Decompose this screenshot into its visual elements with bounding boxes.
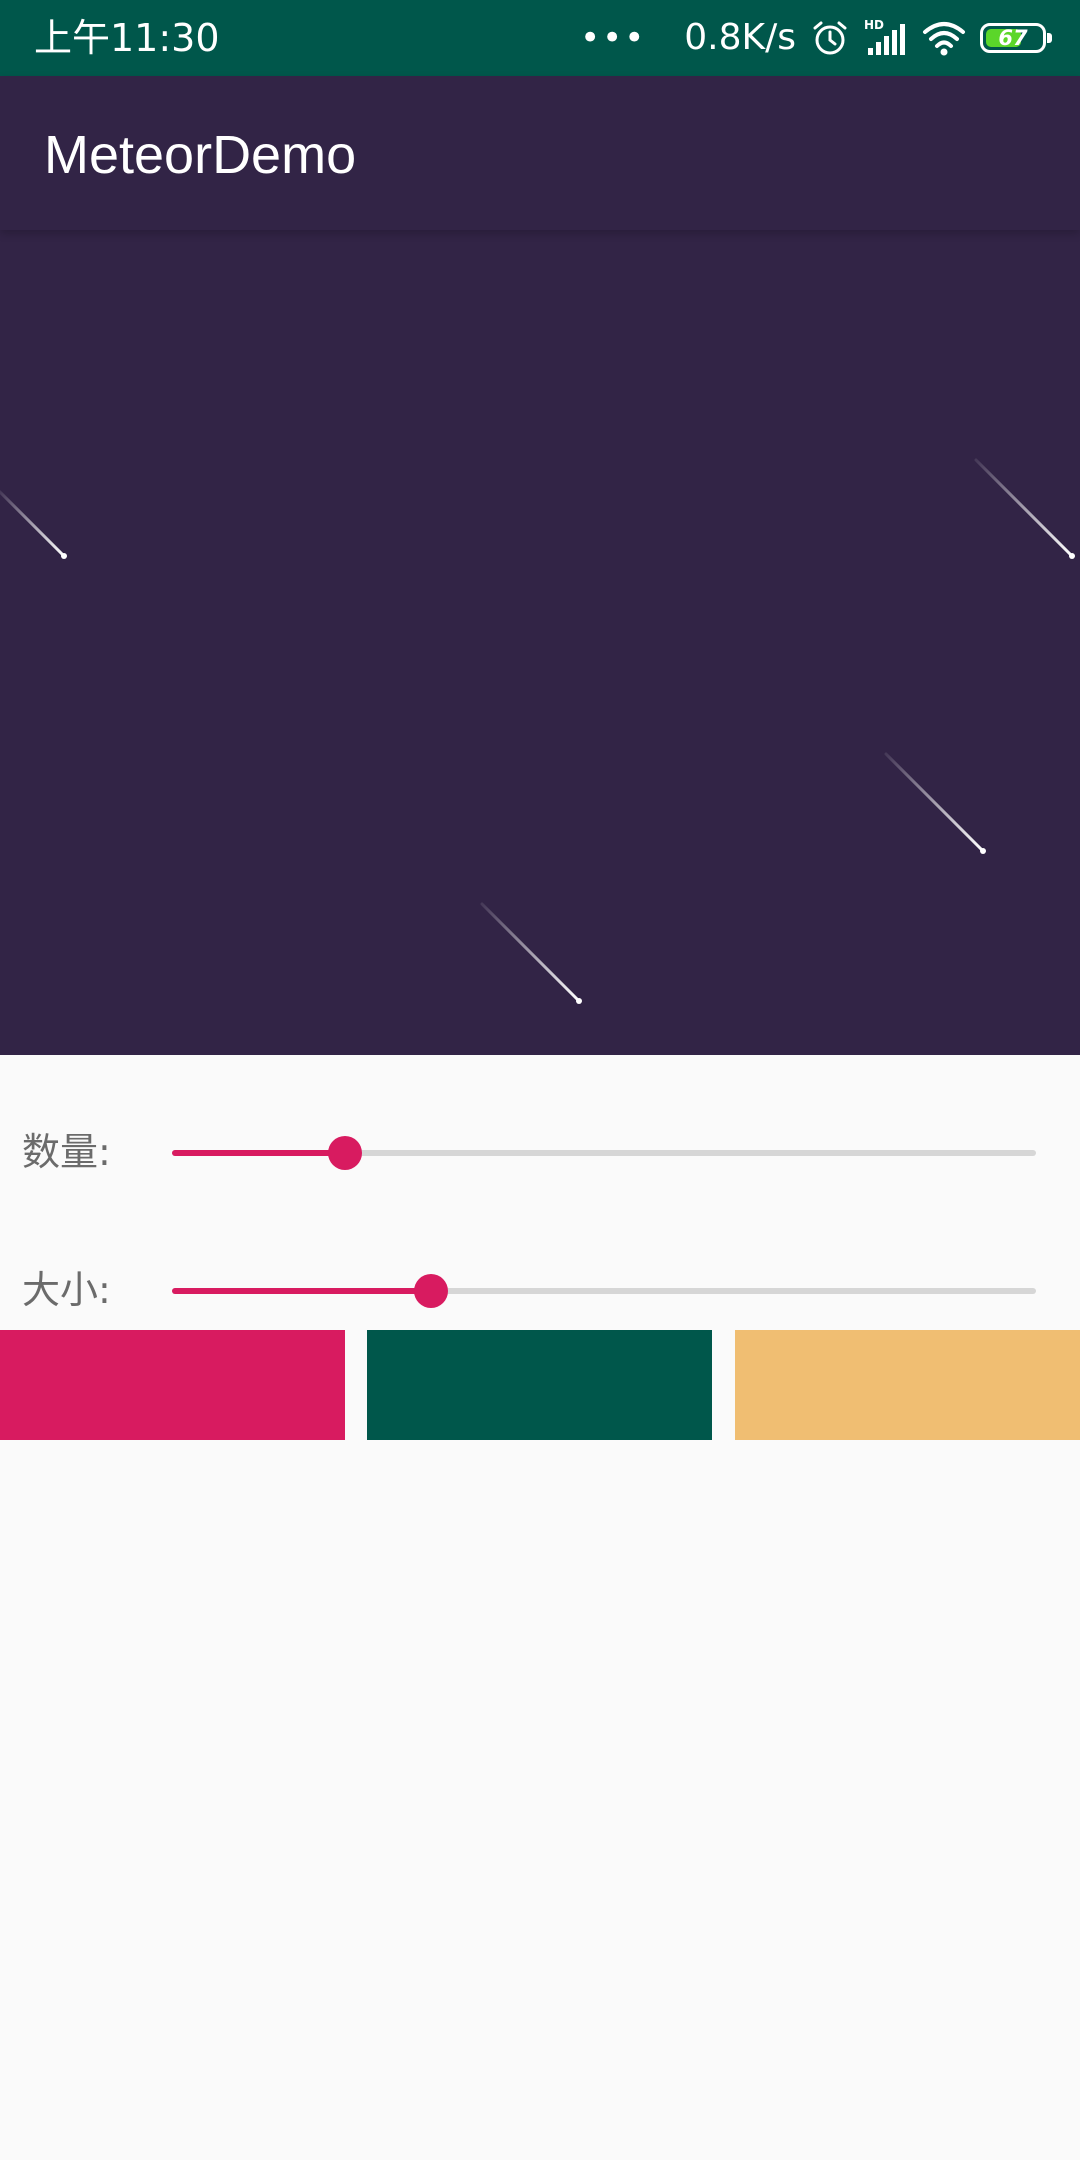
- count-control: 数量:: [0, 1112, 1080, 1192]
- more-notifications-icon: •••: [580, 18, 647, 58]
- status-icons: ••• 0.8K/s HD 67: [580, 12, 1052, 64]
- color-button-pink[interactable]: [0, 1330, 345, 1440]
- meteor: [480, 902, 582, 1004]
- app-bar: MeteorDemo: [0, 76, 1080, 230]
- slider-fill: [172, 1288, 432, 1294]
- meteor-canvas: [0, 458, 1075, 1004]
- status-bar: 上午11:30 ••• 0.8K/s HD 67: [0, 0, 1080, 76]
- network-speed: 0.8K/s: [684, 17, 796, 58]
- meteor-view: [0, 230, 1080, 1055]
- alarm-icon: [813, 21, 847, 55]
- slider-thumb[interactable]: [327, 1136, 362, 1170]
- svg-text:HD: HD: [864, 18, 884, 32]
- meteor: [884, 752, 986, 854]
- color-button-green[interactable]: [367, 1330, 712, 1440]
- size-slider[interactable]: [172, 1260, 1036, 1320]
- size-label: 大小:: [22, 1268, 111, 1312]
- slider-thumb[interactable]: [414, 1274, 449, 1308]
- slider-fill: [172, 1150, 345, 1156]
- meteor: [974, 458, 1075, 559]
- size-control: 大小:: [0, 1250, 1080, 1330]
- hd-signal-icon: HD: [864, 18, 905, 55]
- status-time: 上午11:30: [34, 16, 220, 60]
- app-title: MeteorDemo: [44, 125, 357, 185]
- meteor: [0, 490, 67, 559]
- count-label: 数量:: [22, 1130, 111, 1174]
- wifi-icon: [923, 22, 965, 56]
- battery-icon: 67: [980, 23, 1052, 53]
- battery-level: 67: [998, 26, 1028, 50]
- color-button-amber[interactable]: [735, 1330, 1080, 1440]
- color-buttons: [0, 1330, 1080, 1440]
- count-slider[interactable]: [172, 1122, 1036, 1182]
